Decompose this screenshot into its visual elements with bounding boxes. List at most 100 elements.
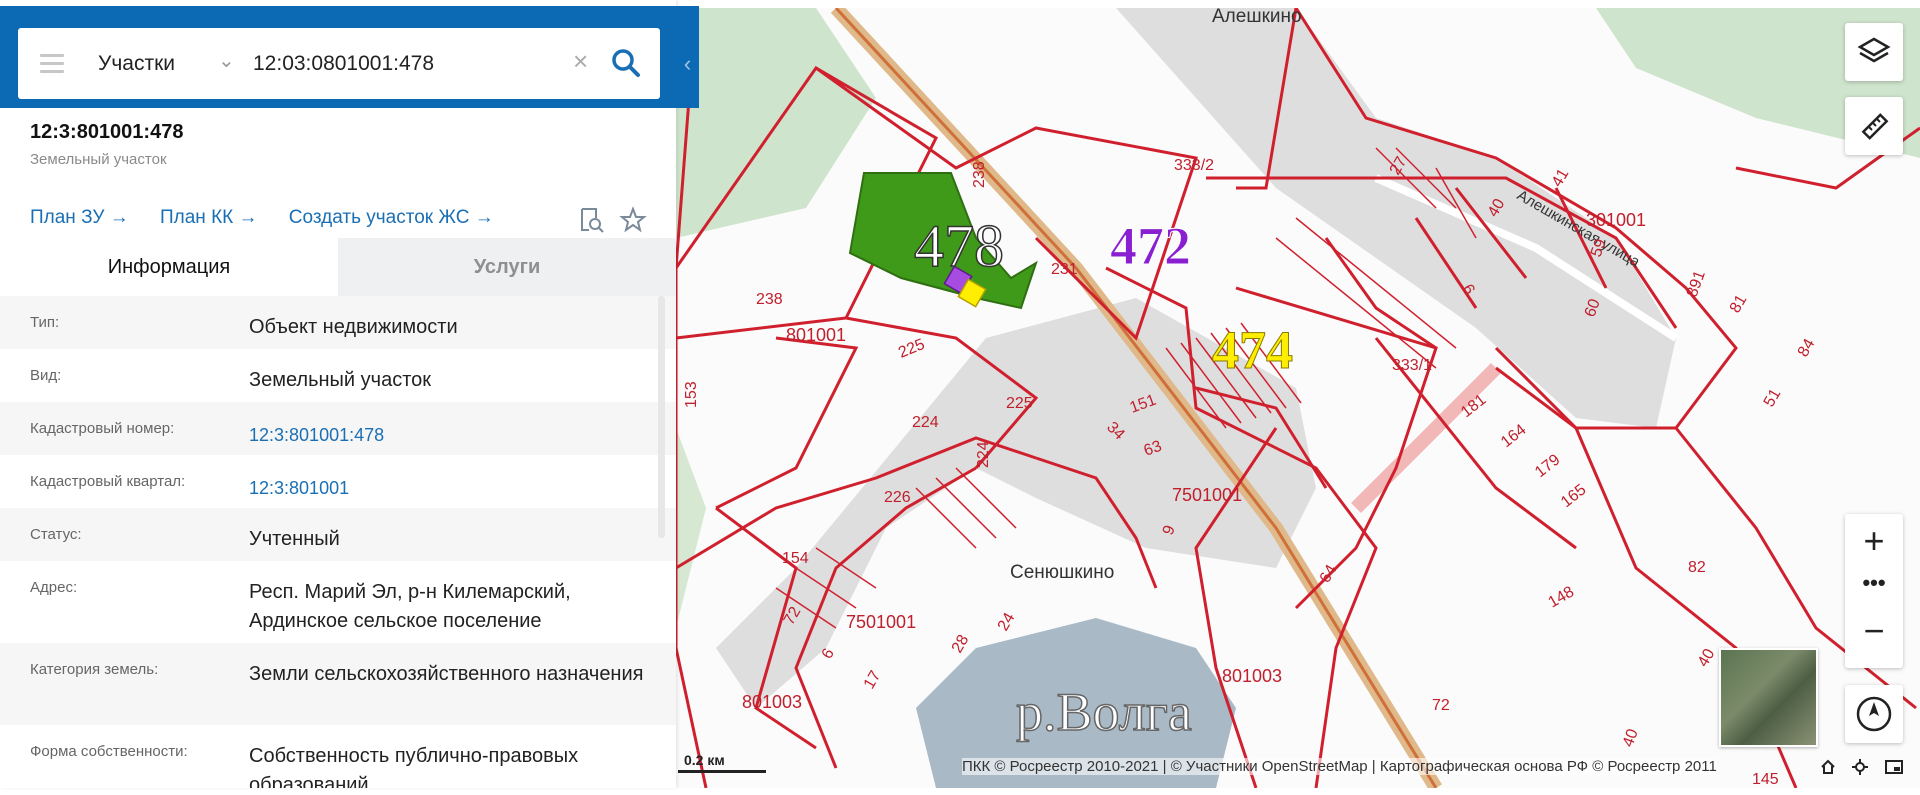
- row-label: Категория земель:: [30, 661, 159, 678]
- chevron-down-icon[interactable]: ⌄: [218, 48, 235, 73]
- parcel-label: 238: [756, 291, 783, 308]
- layers-button[interactable]: [1845, 23, 1903, 81]
- parcel-label: 231: [1051, 261, 1078, 278]
- plan-zu-link[interactable]: План ЗУ →: [30, 207, 129, 228]
- parcel-label: 145: [1752, 771, 1779, 788]
- parcel-label: 6: [819, 646, 838, 662]
- parcel-label: 226: [884, 489, 911, 506]
- info-table: Тип: Объект недвижимости Вид: Земельный …: [0, 296, 676, 788]
- parcel-label: 148: [1546, 583, 1578, 611]
- satellite-layer-thumbnail[interactable]: [1719, 648, 1818, 747]
- ruler-icon: [1861, 113, 1889, 140]
- parcel-label: 333/1: [1392, 357, 1432, 374]
- row-value: Земли сельскохозяйственного назначения: [249, 663, 644, 685]
- row-label: Кадастровый номер:: [30, 420, 175, 437]
- label-472: 472: [1110, 216, 1191, 276]
- search-box: Участки ⌄ ×: [18, 28, 660, 99]
- row-value: Объект недвижимости: [249, 316, 458, 338]
- compass-button[interactable]: [1845, 685, 1903, 743]
- river-label: р.Волга: [1016, 682, 1192, 742]
- row-label: Вид:: [30, 367, 62, 384]
- row-value: Респ. Марий Эл, р-н Килемарский, Ардинск…: [249, 581, 571, 632]
- create-parcel-link[interactable]: Создать участок ЖС →: [289, 207, 494, 228]
- panel-scrollbar[interactable]: [658, 296, 665, 538]
- parcel-label: 225: [896, 336, 927, 362]
- row-label: Кадастровый квартал:: [30, 473, 186, 490]
- zoom-in-button[interactable]: +: [1845, 520, 1903, 562]
- search-type-select[interactable]: Участки: [98, 52, 175, 76]
- document-search-icon[interactable]: [581, 208, 604, 233]
- row-label: Статус:: [30, 526, 82, 543]
- row-value: Земельный участок: [249, 369, 432, 391]
- place-senyushkino: Сенюшкино: [1010, 562, 1114, 583]
- parcel-label: 24: [995, 610, 1019, 634]
- table-row: Статус: Учтенный: [0, 508, 676, 561]
- parcel-label: 165: [1558, 481, 1590, 511]
- info-panel: 12:3:801001:478 Земельный участок План З…: [0, 0, 676, 788]
- table-row: Кадастровый номер: 12:3:801001:478: [0, 402, 676, 455]
- place-aleshkino: Алешкино: [1212, 8, 1302, 27]
- zoom-control: + ••• −: [1845, 514, 1903, 668]
- page-title: 12:3:801001:478: [30, 121, 184, 143]
- menu-icon[interactable]: [40, 54, 64, 73]
- road-secondary: [1351, 363, 1501, 513]
- search-input[interactable]: [253, 46, 563, 82]
- label-474: 474: [1212, 320, 1293, 380]
- tab-services[interactable]: Услуги: [338, 238, 676, 296]
- parcel-label: 7501001: [1172, 485, 1242, 505]
- locate-icon[interactable]: [1852, 759, 1868, 775]
- map-attribution: ПКК © Росреестр 2010-2021 | © Участники …: [962, 758, 1717, 775]
- parcel-label: 801001: [786, 325, 846, 345]
- parcel-label: 51: [1761, 386, 1785, 410]
- parcel-label: 225: [1006, 395, 1033, 412]
- more-icon[interactable]: •••: [1845, 570, 1903, 596]
- search-header: Участки ⌄ × ‹: [0, 6, 699, 108]
- parcel-label: 84: [1795, 336, 1819, 360]
- tab-information[interactable]: Информация: [0, 238, 338, 296]
- parcel-label: 179: [1532, 451, 1564, 481]
- map-bottom-icons: [1818, 756, 1918, 783]
- plan-kk-link[interactable]: План КК →: [160, 207, 258, 228]
- parcel-label: 40: [1695, 646, 1719, 670]
- search-button[interactable]: [608, 45, 644, 81]
- parcel-label: 224: [912, 414, 939, 431]
- parcel-label: 81: [1727, 292, 1751, 316]
- search-icon: [612, 49, 640, 77]
- tabs: Информация Услуги: [0, 238, 676, 296]
- row-value: Учтенный: [249, 528, 340, 550]
- table-row: Адрес: Респ. Марий Эл, р-н Килемарский, …: [0, 561, 676, 643]
- table-row: Форма собственности: Собственность публи…: [0, 725, 676, 788]
- cadastral-number-link[interactable]: 12:3:801001:478: [249, 421, 649, 450]
- field-area: [676, 428, 706, 628]
- parcel-label: 224: [975, 441, 992, 468]
- cadastral-quarter-link[interactable]: 12:3:801001: [249, 474, 649, 503]
- row-value: Собственность публично-правовых образова…: [249, 745, 579, 788]
- panel-tools: [576, 206, 656, 239]
- fullscreen-icon[interactable]: [1885, 760, 1903, 774]
- star-icon[interactable]: [619, 206, 647, 233]
- clear-icon[interactable]: ×: [573, 46, 588, 77]
- parcel-label: 301001: [1586, 210, 1646, 230]
- parcel-label: 28: [949, 632, 973, 656]
- row-label: Тип:: [30, 314, 60, 331]
- home-icon[interactable]: [1821, 759, 1835, 774]
- compass-icon: [1856, 696, 1892, 732]
- table-row: Тип: Объект недвижимости: [0, 296, 676, 349]
- parcel-label: 891: [1684, 268, 1709, 299]
- parcel-label: 333/2: [1174, 157, 1214, 174]
- label-478: 478: [914, 213, 1004, 279]
- parcel-label: 17: [861, 668, 885, 692]
- ruler-button[interactable]: [1845, 97, 1903, 155]
- action-links: План ЗУ → План КК → Создать участок ЖС →: [30, 207, 520, 229]
- table-row: Категория земель: Земли сельскохозяйстве…: [0, 643, 676, 725]
- parcel-label: 7501001: [846, 612, 916, 632]
- zoom-out-button[interactable]: −: [1845, 610, 1903, 652]
- parcel-label: 164: [1498, 421, 1530, 451]
- scale-label: 0.2 км: [684, 752, 725, 768]
- scale-bar: [678, 770, 766, 773]
- parcel-label: 801003: [742, 692, 802, 712]
- parcel-label: 801003: [1222, 666, 1282, 686]
- layers-icon: [1857, 37, 1891, 63]
- parcel-label: 82: [1688, 559, 1706, 576]
- collapse-panel-icon[interactable]: ‹: [676, 46, 699, 82]
